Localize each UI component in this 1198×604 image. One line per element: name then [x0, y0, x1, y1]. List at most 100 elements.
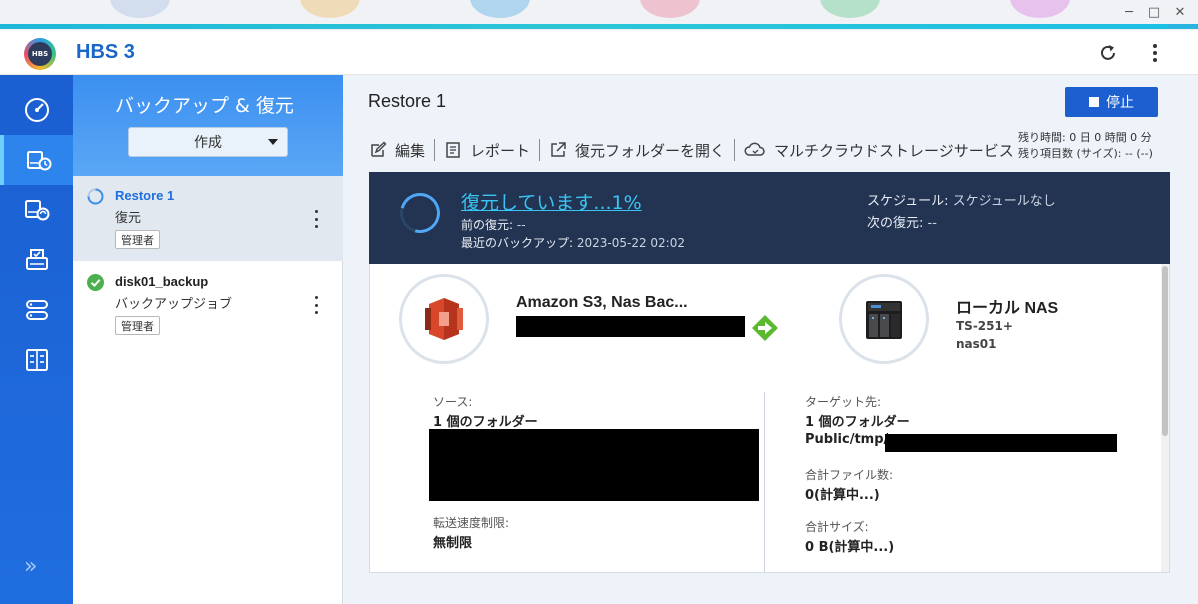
speedometer-icon [24, 98, 49, 122]
multicloud-button[interactable]: マルチクラウドストレージサービス [744, 140, 1023, 161]
report-button[interactable]: レポート [444, 140, 539, 161]
background-blob [470, 0, 530, 18]
close-icon[interactable]: ✕ [1170, 2, 1190, 22]
nav-backup-restore[interactable] [0, 135, 73, 185]
schedule-label: スケジュール: [867, 194, 953, 209]
create-button[interactable]: 作成 [128, 127, 288, 157]
job-item-disk01-backup[interactable]: disk01_backup バックアップジョブ 管理者 [73, 262, 343, 347]
job-owner-badge: 管理者 [115, 316, 160, 335]
accent-line-end [1168, 24, 1198, 29]
remaining-items: 残り項目数 (サイズ): -- (--) [1018, 147, 1153, 160]
logs-icon [25, 349, 48, 371]
nav-storage[interactable] [0, 235, 73, 285]
column-divider [764, 392, 765, 572]
speed-limit-label: 転送速度制限: [433, 516, 510, 530]
status-banner: 復元しています...1% 前の復元: -- 最近のバックアップ: 2023-05… [369, 172, 1170, 264]
app-logo-text: HBS [28, 42, 52, 66]
remaining-info: 残り時間: 0 日 0 時間 0 分 残り項目数 (サイズ): -- (--) [1018, 130, 1153, 162]
schedule: スケジュール: スケジュールなし [867, 190, 1056, 209]
redacted-target-path [885, 434, 1117, 452]
report-icon [446, 142, 460, 158]
page-title: Restore 1 [368, 91, 447, 111]
source-label: ソース: [433, 395, 473, 409]
app-logo: HBS [24, 38, 56, 70]
background-blob [640, 0, 700, 18]
sync-icon [24, 200, 49, 221]
remaining-time: 残り時間: 0 日 0 時間 0 分 [1018, 131, 1152, 144]
progress-spinner-icon [392, 185, 448, 241]
redacted-source-path [516, 316, 745, 337]
app-title: HBS 3 [76, 41, 135, 63]
source-name: Amazon S3, Nas Bac... [516, 294, 688, 311]
report-label: レポート [470, 141, 531, 160]
target-label: ターゲット先: [805, 395, 882, 409]
multicloud-label: マルチクラウドストレージサービス [774, 141, 1014, 160]
toolbar-divider [539, 139, 541, 161]
restore-icon [26, 151, 51, 171]
app-header: HBS HBS 3 [0, 30, 1198, 75]
next-restore: 次の復元: -- [867, 212, 937, 231]
background-blob [300, 0, 360, 18]
last-backup-value: 2023-05-22 02:02 [576, 236, 685, 250]
speed-limit-value: 無制限 [433, 536, 473, 551]
progress-link[interactable]: 復元しています...1% [461, 188, 642, 215]
next-restore-value: -- [927, 216, 937, 231]
job-toolbar: 編集 レポート 復元フォルダーを開く マルチクラウドストレージサービス [369, 139, 1023, 161]
nav-sync[interactable] [0, 185, 73, 235]
more-menu-icon[interactable] [1142, 40, 1168, 66]
stop-icon [1089, 97, 1099, 107]
job-more-icon[interactable] [311, 210, 321, 228]
schedule-value: スケジュールなし [952, 194, 1056, 209]
nav-expand-icon[interactable]: » [24, 554, 37, 579]
stop-button[interactable]: 停止 [1065, 87, 1158, 117]
background-blob [820, 0, 880, 18]
arrow-right-icon [752, 315, 778, 341]
total-size-value: 0 B(計算中...) [805, 540, 895, 555]
refresh-icon[interactable] [1095, 40, 1121, 66]
edit-label: 編集 [395, 141, 426, 160]
next-restore-label: 次の復元: [867, 216, 928, 231]
dest-host: nas01 [956, 337, 997, 351]
accent-line [0, 24, 1168, 29]
source-icon-circle [399, 274, 489, 364]
create-button-label: 作成 [194, 135, 222, 151]
job-more-icon[interactable] [311, 296, 321, 314]
open-folder-label: 復元フォルダーを開く [575, 141, 726, 160]
toolbar-divider [434, 139, 436, 161]
total-size-label: 合計サイズ: [805, 520, 869, 534]
minimize-icon[interactable]: ─ [1119, 2, 1139, 22]
toolbar-divider [734, 139, 736, 161]
job-type: 復元 [115, 211, 142, 226]
total-files-label: 合計ファイル数: [805, 468, 894, 482]
external-link-icon [551, 142, 566, 157]
job-panel-header: バックアップ & 復元 作成 [73, 75, 343, 176]
stop-button-label: 停止 [1106, 95, 1134, 111]
services-icon [25, 300, 48, 320]
storage-icon [25, 249, 48, 270]
target-value: 1 個のフォルダー [805, 415, 910, 430]
prev-restore-value: -- [516, 218, 526, 232]
job-item-restore-1[interactable]: Restore 1 復元 管理者 [73, 176, 343, 261]
background-blob [110, 0, 170, 18]
detail-scrollbar[interactable] [1161, 264, 1169, 572]
amazon-s3-icon [425, 298, 463, 340]
nav-services[interactable] [0, 285, 73, 335]
success-check-icon [87, 274, 104, 291]
dest-model: TS-251+ [956, 319, 1013, 333]
nav-overview[interactable] [0, 85, 73, 135]
job-detail-card: Amazon S3, Nas Bac... ローカル NAS TS-251+ n… [369, 264, 1170, 573]
redacted-source-folders [429, 429, 759, 501]
last-backup: 最近のバックアップ: 2023-05-22 02:02 [461, 234, 685, 251]
edit-button[interactable]: 編集 [369, 140, 434, 161]
job-list-panel: バックアップ & 復元 作成 Restore 1 復元 管理者 disk01_b… [73, 75, 343, 604]
maximize-icon[interactable]: □ [1144, 2, 1164, 22]
last-backup-label: 最近のバックアップ: [461, 236, 577, 250]
nav-logs[interactable] [0, 335, 73, 385]
cloud-icon [744, 142, 765, 156]
job-name: Restore 1 [115, 188, 175, 203]
total-files-value: 0(計算中...) [805, 488, 880, 503]
open-folder-button[interactable]: 復元フォルダーを開く [549, 140, 734, 161]
chevron-down-icon [268, 139, 278, 145]
source-value: 1 個のフォルダー [433, 415, 538, 430]
scrollbar-thumb[interactable] [1162, 266, 1168, 436]
